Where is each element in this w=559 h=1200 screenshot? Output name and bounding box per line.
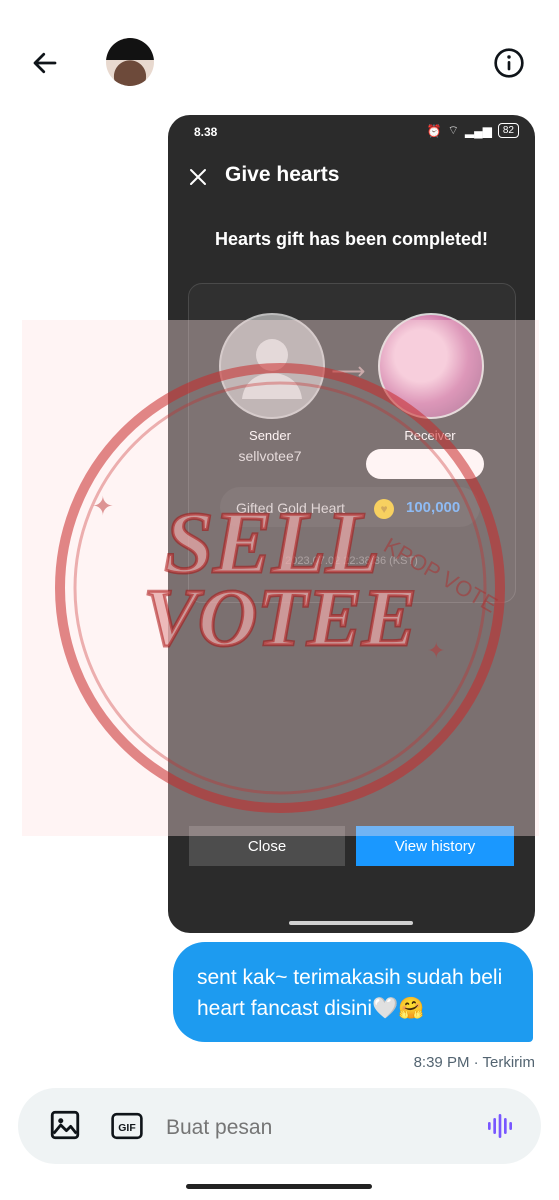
home-indicator (289, 921, 413, 925)
info-circle-icon (494, 48, 524, 78)
contact-avatar[interactable] (106, 38, 154, 86)
watermark-line2: VOTEE (143, 572, 416, 663)
alarm-icon: ⏰ (426, 123, 442, 138)
sparkle-icon: ✦ (92, 491, 114, 521)
gif-icon[interactable]: GIF (110, 1110, 144, 1142)
completed-message: Hearts gift has been completed! (214, 229, 489, 249)
wifi-icon: ⌔ (447, 123, 459, 137)
message-bubble[interactable]: sent kak~ terimakasih sudah beli heart f… (173, 942, 533, 1042)
status-time: 8.38 (194, 125, 218, 139)
battery-level: 82 (497, 123, 519, 138)
sparkle-icon: ✦ (427, 638, 445, 663)
info-button[interactable] (488, 42, 530, 84)
svg-text:GIF: GIF (118, 1123, 135, 1134)
image-icon[interactable] (48, 1108, 82, 1142)
system-home-indicator (186, 1184, 372, 1189)
message-meta: 8:39 PM · Terkirim (413, 1054, 535, 1071)
message-input[interactable] (164, 1110, 468, 1146)
signal-icon: ▂▄▆ (464, 123, 492, 138)
arrow-left-icon (33, 52, 57, 74)
screen-title: Give hearts (225, 163, 340, 186)
status-icons: ⏰ ⌔ ▂▄▆ 82 (427, 123, 519, 138)
watermark-logo: SELL VOTEE KPOP VOTE ✦ ✦ (55, 363, 505, 813)
voice-message-icon[interactable] (484, 1110, 516, 1142)
back-button[interactable] (22, 40, 68, 86)
close-icon[interactable] (186, 165, 210, 189)
